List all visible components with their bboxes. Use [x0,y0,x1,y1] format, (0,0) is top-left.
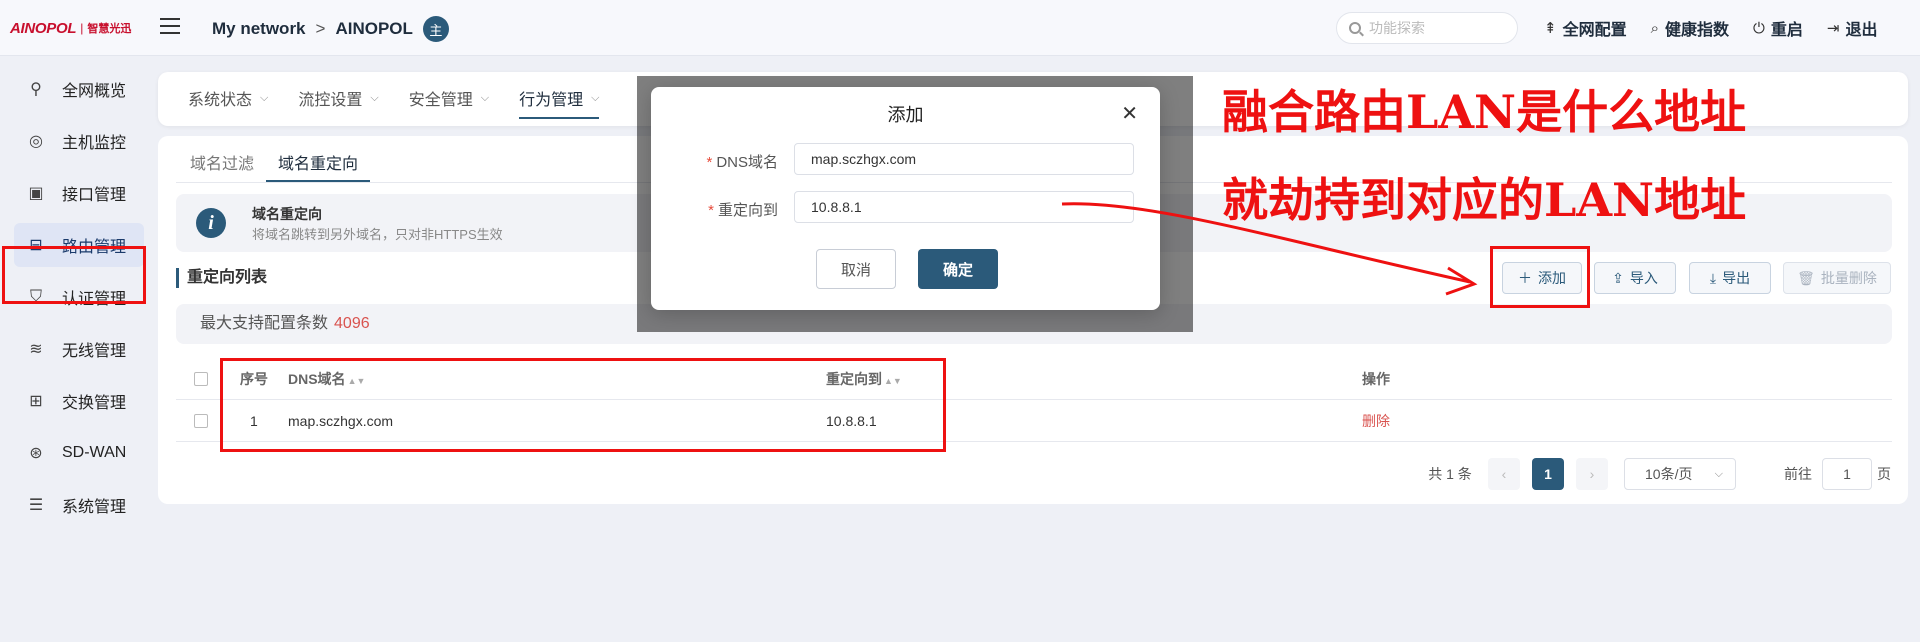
tab-behavior[interactable]: 行为管理 ⌵ [519,79,600,119]
health-index-button[interactable]: ⌕ 健康指数 [1651,16,1729,40]
power-icon: ⏻ [1753,19,1765,37]
chevron-right-icon: > [315,19,326,38]
breadcrumb-root[interactable]: My network [212,19,306,39]
annotation-box-sidebar [2,246,146,304]
sdwan-icon: ⊛ [29,445,43,462]
sidebar: ⚲ 全网概览 ◎ 主机监控 ▣ 接口管理 ⊟ 路由管理 ⛉ 认证管理 ≋ 无线管理 ⊞ 交换管… [0,57,148,642]
download-icon: ⤓ [1709,269,1717,286]
capacity-label: 最大支持配置条数 [200,315,329,332]
info-title: 域名重定向 [252,206,322,222]
role-badge: 主 [422,16,449,42]
row-checkbox[interactable] [194,414,208,428]
export-button[interactable]: ⤓ 导出 [1689,262,1771,294]
add-dialog: 添加 ✕ * DNS域名 map.sczhgx.com * 重定向到 10.8.8.… [651,87,1160,310]
page-1-button[interactable]: 1 [1532,458,1564,490]
tab-flow-control[interactable]: 流控设置 ⌵ [298,79,378,119]
tab-security[interactable]: 安全管理 ⌵ [409,79,489,119]
brand-logo[interactable]: AINOPOL | 智慧光迅 [10,16,131,40]
sidebar-item-switch[interactable]: ⊞ 交换管理 [14,379,144,423]
capacity-value: 4096 [334,315,370,332]
prev-page-button[interactable]: ‹ [1488,458,1520,490]
close-icon[interactable]: ✕ [1121,101,1138,126]
dns-domain-input[interactable]: map.sczhgx.com [794,143,1134,175]
dns-domain-label: * DNS域名 [706,154,778,171]
batch-delete-button[interactable]: 🗑 批量删除 [1783,262,1891,294]
redirect-label: * 重定向到 [708,202,778,219]
search-health-icon: ⌕ [1650,19,1659,37]
dialog-title: 添加 [887,105,924,125]
sidebar-item-wireless[interactable]: ≋ 无线管理 [14,327,144,371]
switch-icon: ⊞ [29,393,43,410]
sidebar-item-sdwan[interactable]: ⊛ SD-WAN [14,431,144,475]
header-tools: ⇞ 全网配置 ⌕ 健康指数 ⏻ 重启 ⇥ 退出 [1544,16,1878,40]
chevron-down-icon: ⌵ [1714,467,1723,480]
total-count: 共 1 条 [1428,466,1472,482]
tab-system-status[interactable]: 系统状态 ⌵ [188,79,268,119]
logout-icon: ⇥ [1826,20,1840,37]
redirect-input[interactable]: 10.8.8.1 [794,191,1134,223]
search-placeholder: 功能探索 [1369,20,1425,36]
breadcrumb: My network > AINOPOL 主 [212,16,449,42]
sub-tabs: 域名过滤 域名重定向 [190,150,371,182]
tab-domain-filter[interactable]: 域名过滤 [190,150,266,182]
page-size-select[interactable]: 10条/页 ⌵ [1624,458,1736,490]
chevron-down-icon: ⌵ [480,91,490,104]
pagination: 共 1 条 ‹ 1 › 10条/页 ⌵ 前往 1 页 [158,458,1908,490]
search-icon [1349,22,1361,34]
top-bar: AINOPOL | 智慧光迅 My network > AINOPOL 主 功能… [0,0,1920,56]
global-config-button[interactable]: ⇞ 全网配置 [1544,16,1627,40]
network-icon: ⚲ [30,81,42,98]
top-tabs: 系统状态 ⌵ 流控设置 ⌵ 安全管理 ⌵ 行为管理 ⌵ [188,72,600,126]
breadcrumb-current: AINOPOL [335,19,413,38]
sidebar-item-system[interactable]: ☰ 系统管理 [14,483,144,527]
user-monitor-icon: ◎ [29,133,43,150]
page-suffix: 页 [1877,466,1891,482]
upload-icon: ⇪ [1612,269,1624,286]
wifi-icon: ≋ [29,341,43,358]
annotation-box-table [220,358,946,452]
logout-button[interactable]: ⇥ 退出 [1827,16,1878,40]
info-description: 将域名跳转到另外域名，只对非HTTPS生效 [252,227,503,242]
annotation-text-2: 就劫持到对应的LAN地址 [1222,173,1747,227]
chevron-down-icon: ⌵ [260,91,269,104]
import-button[interactable]: ⇪ 导入 [1594,262,1676,294]
search-input[interactable]: 功能探索 [1336,12,1518,44]
menu-toggle-icon[interactable] [160,18,180,36]
brand-subtitle: 智慧光迅 [87,23,132,35]
column-action: 操作 [1362,371,1390,387]
dns-domain-row: * DNS域名 map.sczhgx.com [651,143,1160,177]
cancel-button[interactable]: 取消 [816,249,896,289]
redirect-row: * 重定向到 10.8.8.1 [651,191,1160,225]
settings-sliders-icon: ☰ [28,497,44,514]
reboot-button[interactable]: ⏻ 重启 [1753,16,1803,40]
trash-icon: 🗑 [1797,269,1815,286]
goto-label: 前往 [1784,466,1812,482]
select-all-checkbox[interactable] [194,372,208,386]
chevron-down-icon: ⌵ [591,91,600,104]
next-page-button[interactable]: › [1576,458,1608,490]
annotation-box-add [1490,246,1590,308]
sidebar-item-overview[interactable]: ⚲ 全网概览 [14,67,144,111]
brand-name: AINOPOL [10,19,77,37]
goto-page-input[interactable]: 1 [1822,458,1872,490]
sidebar-item-interface[interactable]: ▣ 接口管理 [14,171,144,215]
tab-domain-redirect[interactable]: 域名重定向 [266,150,371,182]
annotation-text-1: 融合路由LAN是什么地址 [1222,85,1747,139]
confirm-button[interactable]: 确定 [918,249,998,289]
list-title: 重定向列表 [176,268,267,288]
chevron-down-icon: ⌵ [370,91,379,104]
rocket-icon: ⇞ [1544,20,1557,37]
row-delete-link[interactable]: 删除 [1362,400,1390,442]
info-icon: i [196,208,226,238]
sidebar-item-host-monitor[interactable]: ◎ 主机监控 [14,119,144,163]
interface-icon: ▣ [28,185,44,202]
